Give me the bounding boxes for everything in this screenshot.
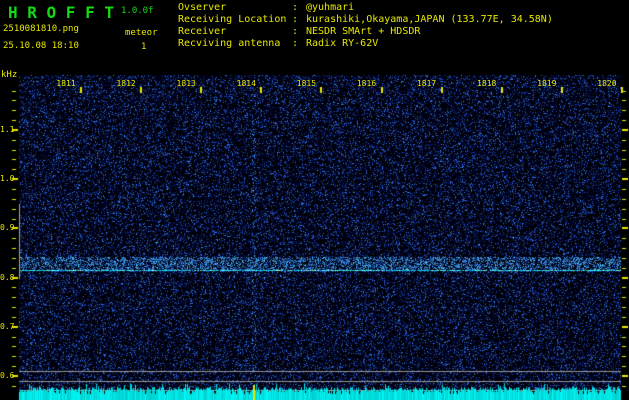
info-label: Receiving Location bbox=[178, 14, 287, 25]
frequency-tick-label: 1.0 bbox=[0, 174, 15, 184]
output-filename: 2510081810.png bbox=[3, 24, 79, 34]
time-tick-label: 1812 bbox=[116, 79, 136, 88]
time-tick-label: 1818 bbox=[477, 79, 497, 88]
info-separator: : bbox=[292, 2, 299, 13]
app-version: 1.0.0f bbox=[121, 6, 154, 16]
info-label: Receiver bbox=[178, 26, 227, 37]
info-label: Recviving antenna bbox=[178, 38, 281, 49]
info-value: Radix RY-62V bbox=[306, 38, 379, 49]
info-label: Ovserver bbox=[178, 2, 227, 13]
datetime-label: 25.10.08 18:10 bbox=[3, 41, 79, 51]
info-value: NESDR SMArt + HDSDR bbox=[306, 26, 421, 37]
frequency-tick-label: 1.1 bbox=[0, 125, 15, 134]
app-title: H R O F F T bbox=[8, 3, 114, 22]
observer-info: Ovserver : @yuhmari Receiving Location :… bbox=[178, 2, 553, 50]
y-axis-unit-label: kHz bbox=[1, 70, 18, 80]
mode-label: meteor bbox=[125, 28, 158, 38]
info-separator: : bbox=[292, 26, 299, 37]
time-tick-label: 1813 bbox=[176, 79, 196, 88]
time-tick-label: 1814 bbox=[236, 79, 256, 88]
info-separator: : bbox=[292, 38, 299, 49]
info-value: kurashiki,Okayama,JAPAN (133.77E, 34.58N… bbox=[306, 14, 553, 25]
info-value: @yuhmari bbox=[306, 2, 355, 13]
time-tick-label: 1820 bbox=[597, 79, 617, 88]
frequency-tick-label: 0.9 bbox=[0, 223, 15, 233]
time-tick-label: 1815 bbox=[296, 79, 317, 88]
echo-count: 1 bbox=[141, 42, 147, 52]
time-tick-label: 1819 bbox=[537, 79, 557, 88]
frequency-tick-label: 0.6 bbox=[0, 371, 15, 380]
time-tick-label: 1816 bbox=[356, 79, 377, 88]
time-tick-label: 1811 bbox=[56, 79, 76, 88]
hrofft-output: H R O F F T 1.0.0f 2510081810.png meteor… bbox=[0, 0, 629, 400]
spectrogram-canvas bbox=[0, 0, 629, 400]
time-tick-label: 1817 bbox=[416, 79, 437, 88]
frequency-tick-label: 0.8 bbox=[0, 272, 15, 282]
info-separator: : bbox=[292, 14, 299, 25]
frequency-tick-label: 0.7 bbox=[0, 321, 15, 331]
